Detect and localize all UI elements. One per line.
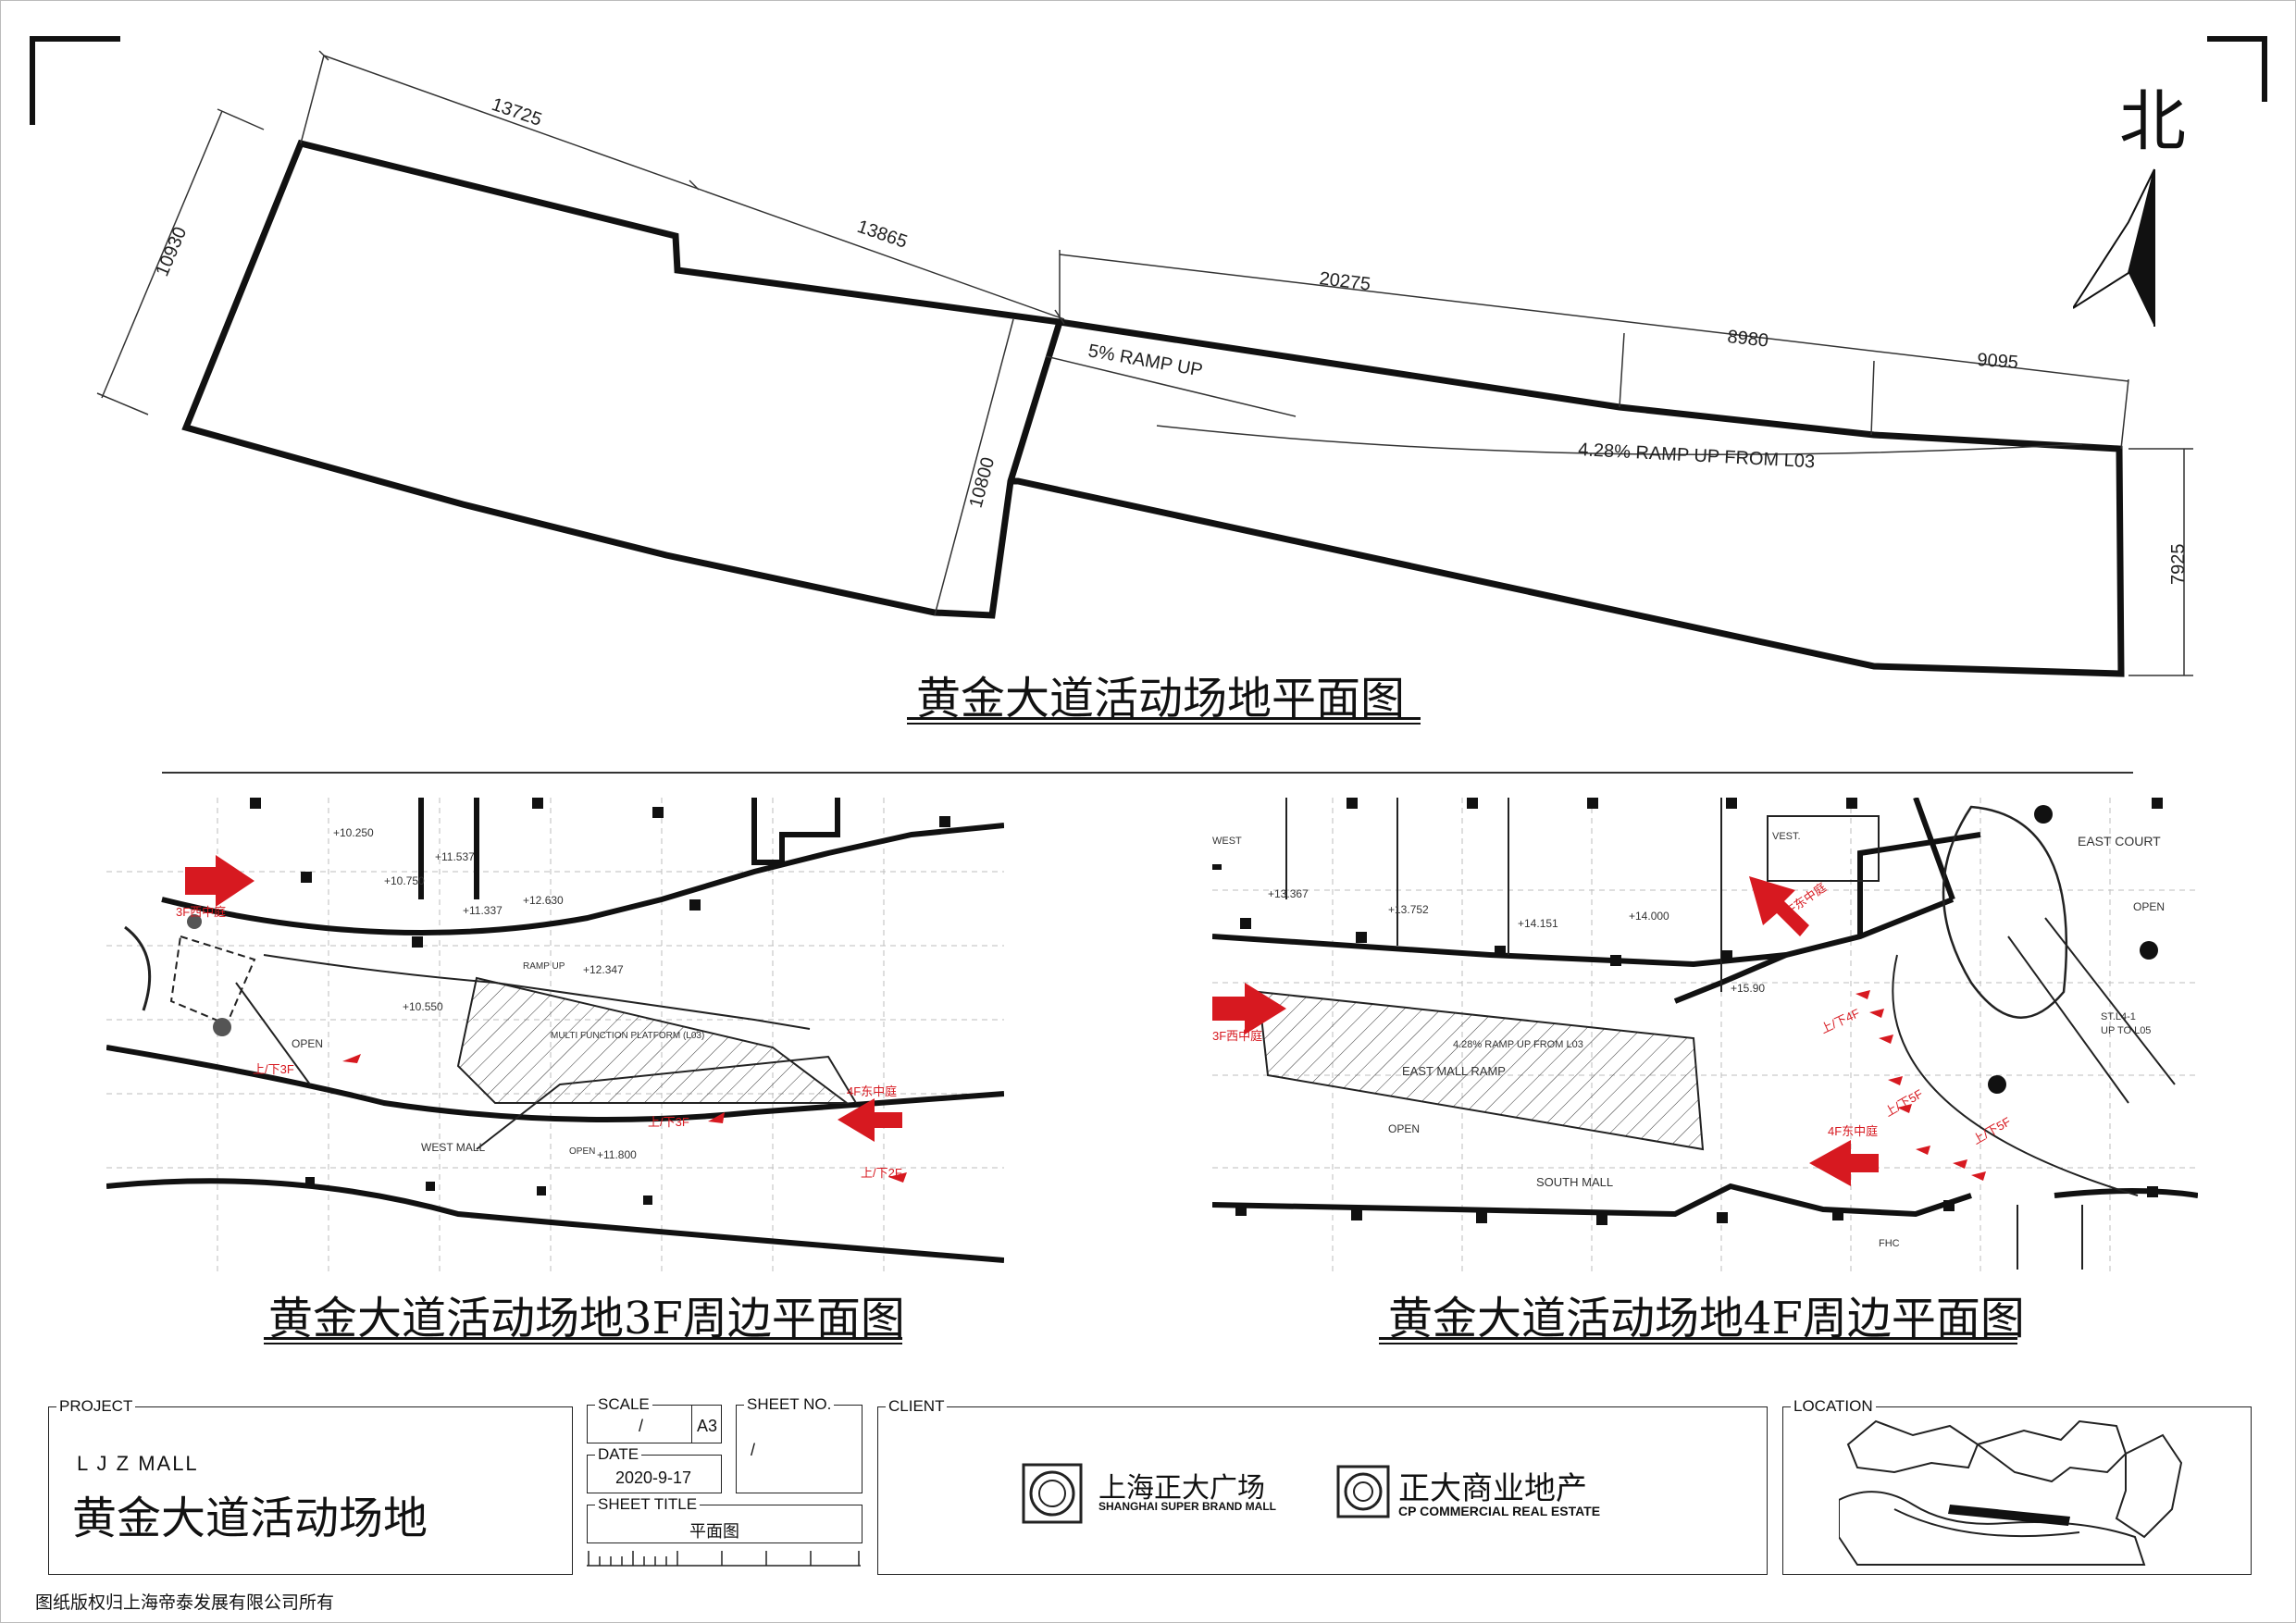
label-open-4f: OPEN — [1388, 1122, 1420, 1135]
label-open-east: OPEN — [2133, 900, 2165, 913]
date-value: 2020-9-17 — [615, 1468, 692, 1487]
scale-box: SCALE / A3 — [587, 1395, 722, 1443]
site-outline-left — [181, 139, 1064, 619]
location-box: LOCATION — [1782, 1397, 2252, 1575]
label-3f-updown-1: 上/下3F — [253, 1062, 294, 1076]
project-label: PROJECT — [56, 1397, 136, 1416]
level-3f-5: +12.347 — [583, 963, 624, 976]
plan-3f-title-underline-2 — [264, 1343, 902, 1344]
copyright-note: 图纸版权归上海帝泰发展有限公司所有 — [35, 1592, 335, 1613]
label-4f-updown-4f: 上/下4F — [1818, 1006, 1862, 1036]
ramp-label-1: 5% RAMP UP — [1086, 341, 1204, 380]
level-3f-3: +11.537 — [435, 850, 475, 863]
label-updown-2f: 上/下2F — [861, 1166, 902, 1180]
plan-4f-title-underline — [1379, 1337, 2017, 1340]
label-platform: MULTI FUNCTION PLATFORM (L03) — [551, 1031, 704, 1041]
sheet-title-label: SHEET TITLE — [595, 1495, 701, 1514]
date-label: DATE — [595, 1445, 642, 1464]
client2-cn: 正大商业地产 — [1398, 1470, 1587, 1507]
plan-4f: +13.367 +13.752 +14.151 +14.000 +15.90 E… — [1212, 798, 2198, 1271]
dim-7925: 7925 — [2168, 544, 2189, 586]
ramp-label-2: 4.28% RAMP UP FROM L03 — [1578, 440, 1816, 472]
scale-label: SCALE — [595, 1395, 652, 1414]
dim-20275: 20275 — [1318, 268, 1371, 295]
label-fhc: FHC — [1879, 1238, 1900, 1249]
label-st-l4-1: ST.L4-1 — [2101, 1011, 2136, 1022]
level-4f-0: +13.367 — [1268, 887, 1309, 900]
location-label: LOCATION — [1791, 1397, 1876, 1416]
sheet-no-box: SHEET NO. / — [736, 1395, 863, 1493]
client-box: CLIENT 上海正大广场 SHANGHAI SUPER BRAND MALL … — [877, 1397, 1768, 1575]
main-title-underline-2 — [907, 723, 1421, 725]
level-4f-4: +15.90 — [1731, 982, 1765, 995]
label-south-mall: SOUTH MALL — [1536, 1175, 1613, 1189]
label-west: WEST — [1212, 836, 1242, 847]
dim-9095: 9095 — [1977, 350, 2019, 373]
label-up-to-l05: UP TO L05 — [2101, 1025, 2151, 1036]
main-title-underline — [907, 717, 1421, 720]
scale-divider — [691, 1406, 692, 1443]
label-east-court: EAST COURT — [2078, 834, 2161, 849]
label-east-mall-ramp: EAST MALL RAMP — [1402, 1064, 1506, 1078]
level-3f-7: +11.800 — [597, 1148, 637, 1161]
label-vest: VEST. — [1772, 831, 1801, 842]
sheet-no-value: / — [751, 1441, 756, 1459]
plan-4f-title-underline-2 — [1379, 1343, 2017, 1344]
level-4f-3: +14.000 — [1629, 910, 1669, 923]
sheet-title-box: SHEET TITLE 平面图 — [587, 1495, 863, 1543]
client1-en: SHANGHAI SUPER BRAND MALL — [1098, 1500, 1276, 1513]
location-map — [1839, 1419, 2183, 1566]
level-3f-2: +11.337 — [463, 904, 503, 917]
label-open-1: OPEN — [292, 1037, 323, 1050]
label-4f-east-court-1: 4F东中庭 — [1780, 880, 1829, 920]
client2-en: CP COMMERCIAL REAL ESTATE — [1398, 1504, 1601, 1518]
sheet-title-value: 平面图 — [689, 1522, 739, 1542]
project-box: PROJECT L J Z MALL 黄金大道活动场地 — [48, 1397, 573, 1575]
label-3f-updown-2: 上/下3F — [648, 1115, 689, 1129]
level-3f-0: +10.250 — [333, 826, 374, 839]
arrow-4f-east — [1809, 1140, 1879, 1186]
sheet-no-label: SHEET NO. — [744, 1395, 835, 1414]
label-west-mall: WEST MALL — [421, 1141, 485, 1154]
plan-3f-title-underline — [264, 1337, 902, 1340]
super-brand-mall-logo-icon — [1022, 1463, 1083, 1524]
dim-10930: 10930 — [152, 224, 191, 279]
label-4f-updown-5f-1: 上/下5F — [1882, 1086, 1925, 1119]
dim-13725: 13725 — [489, 94, 544, 130]
plan-3f: +10.250 +10.750 +11.337 +11.537 +12.630 … — [106, 798, 1004, 1271]
label-4f-east-court: 4F东中庭 — [847, 1084, 897, 1098]
site-plan: 13725 13865 10930 10800 20275 8980 9095 … — [96, 50, 2193, 677]
site-outline — [186, 143, 2121, 674]
level-3f-6: +10.550 — [403, 1000, 443, 1013]
client-label: CLIENT — [886, 1397, 948, 1416]
label-4f-east-court-2: 4F东中庭 — [1828, 1124, 1878, 1138]
scale-bar — [587, 1551, 861, 1567]
arrow-3f-west — [185, 855, 254, 907]
label-ramp-up: RAMP UP — [523, 961, 565, 972]
level-3f-4: +12.630 — [523, 894, 564, 907]
label-3f-west-court: 3F西中庭 — [176, 905, 226, 919]
paper-size: A3 — [697, 1417, 718, 1435]
level-4f-1: +13.752 — [1388, 903, 1429, 916]
level-4f-2: +14.151 — [1518, 917, 1558, 930]
level-3f-1: +10.750 — [384, 874, 425, 887]
label-ramp-4f: 4.28% RAMP UP FROM L03 — [1453, 1039, 1583, 1050]
separator-line — [162, 772, 2133, 774]
project-en: L J Z MALL — [77, 1452, 199, 1475]
dim-10800: 10800 — [966, 455, 999, 510]
label-4f-west-court: 3F西中庭 — [1212, 1029, 1262, 1043]
label-open-2: OPEN — [569, 1146, 595, 1157]
dim-8980: 8980 — [1726, 327, 1769, 352]
date-box: DATE 2020-9-17 — [587, 1445, 722, 1493]
cp-logo-icon — [1336, 1465, 1390, 1518]
project-cn: 黄金大道活动场地 — [72, 1493, 428, 1544]
scale-value: / — [639, 1417, 644, 1435]
